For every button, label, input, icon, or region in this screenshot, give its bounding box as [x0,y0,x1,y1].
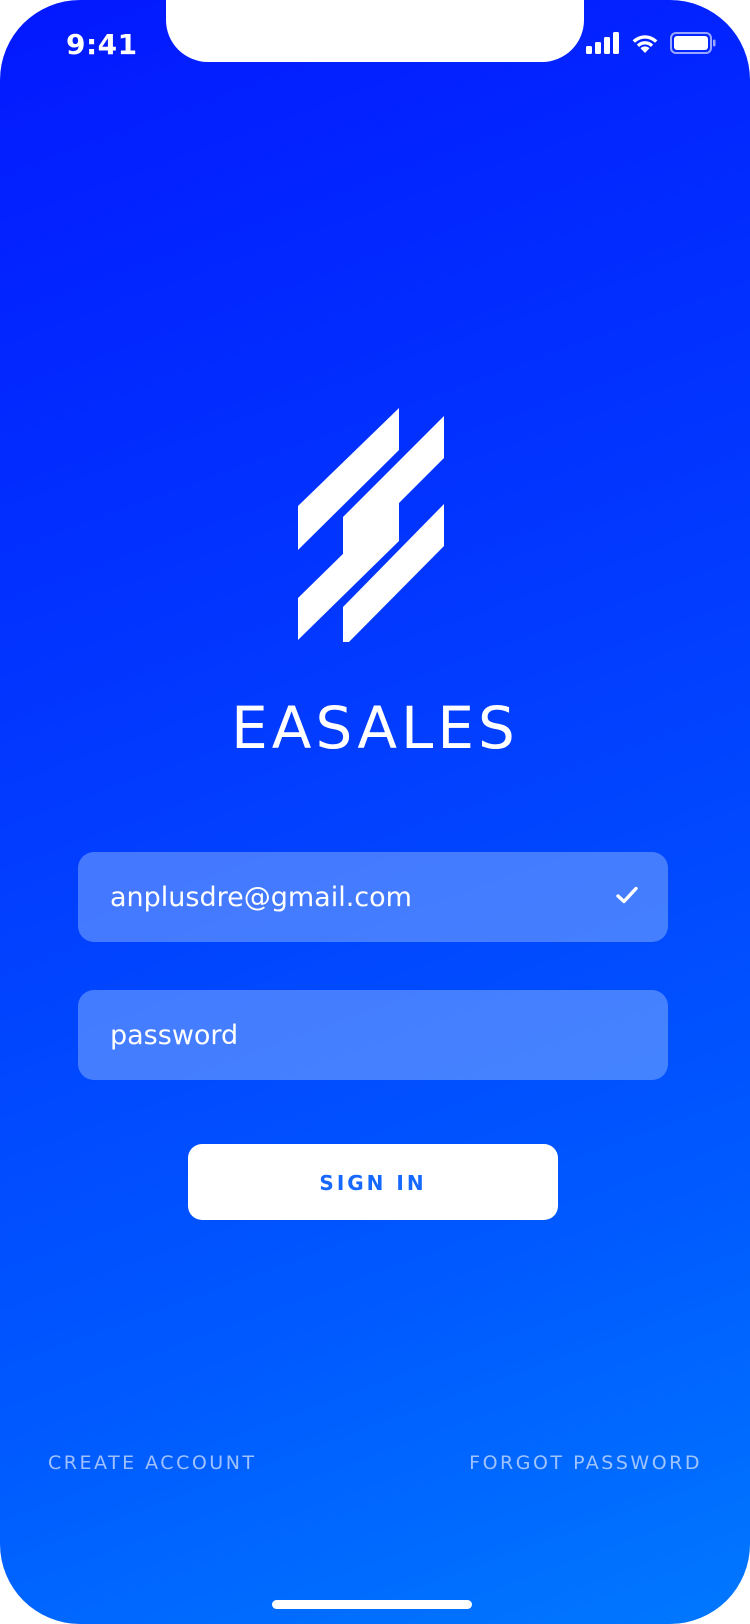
check-icon [616,886,638,904]
brand-name: EASALES [231,694,519,762]
create-account-link[interactable]: CREATE ACCOUNT [48,1452,257,1474]
wifi-icon [632,35,658,53]
status-time: 9:41 [66,28,138,61]
email-input[interactable] [110,881,550,913]
status-icons [586,32,716,54]
device-notch [166,0,584,62]
password-field[interactable] [78,990,668,1080]
easales-logo-icon [298,408,444,642]
forgot-password-link[interactable]: FORGOT PASSWORD [469,1452,702,1474]
email-field[interactable] [78,852,668,942]
cellular-signal-icon [586,32,619,54]
sign-in-button[interactable]: SIGN IN [188,1144,558,1220]
password-input[interactable] [110,1019,550,1051]
home-indicator[interactable] [272,1600,472,1609]
login-screen: 9:41 EASALES SIGN I [0,0,750,1624]
battery-icon [670,32,716,54]
